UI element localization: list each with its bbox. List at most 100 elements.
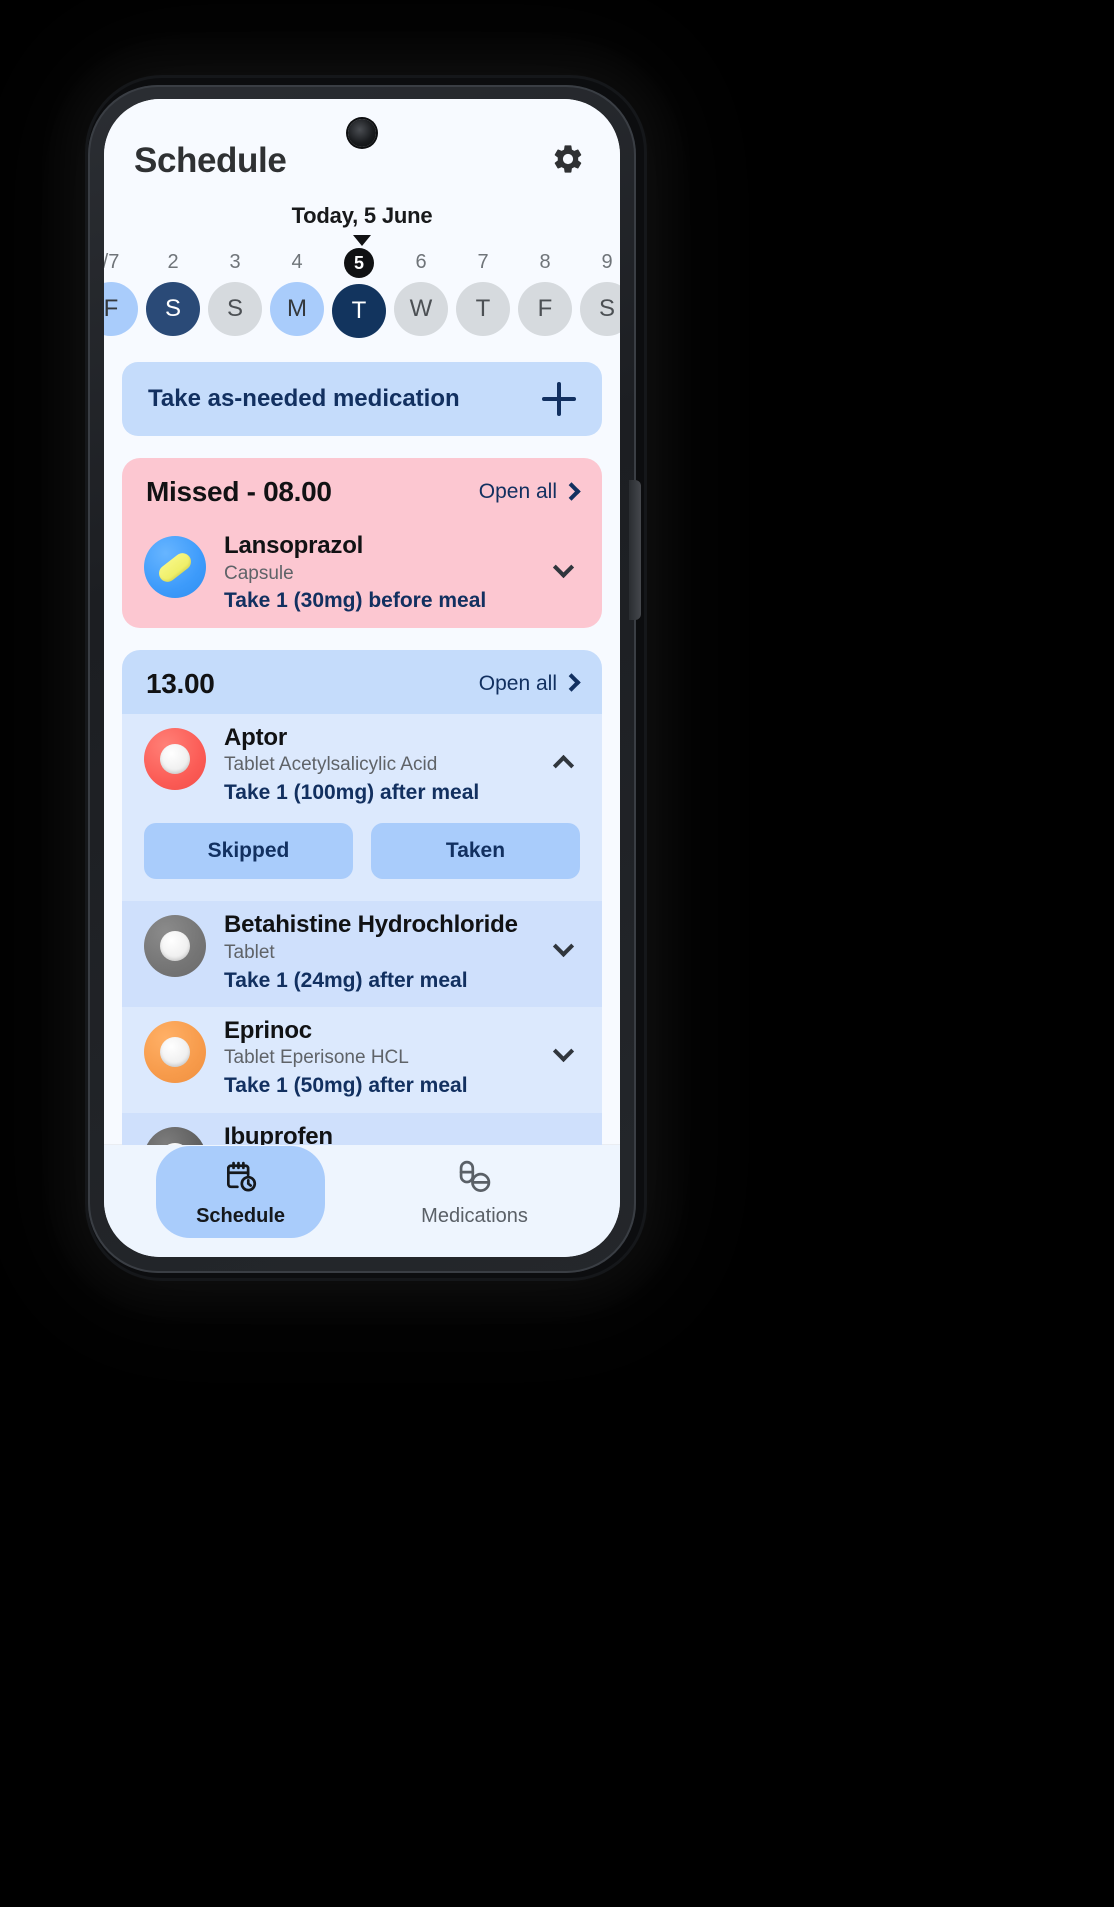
nav-label-medications: Medications	[421, 1205, 528, 1227]
bottom-navigation[interactable]: Schedule Medications	[104, 1145, 620, 1257]
tablet-icon	[144, 1020, 206, 1083]
calendar-clock-icon	[222, 1158, 260, 1201]
medication-row[interactable]: Aptor Tablet Acetylsalicylic Acid Take 1 (…	[122, 713, 602, 820]
medication-name: Aptor	[224, 723, 287, 751]
nav-item-schedule[interactable]: Schedule	[156, 1146, 325, 1238]
medication-form: Tablet Eperisone HCL	[224, 1047, 409, 1069]
day-selector[interactable]: /7 F 2 S 3 S 4 M 5 T 6 W 7 T 8 F 9 S	[104, 248, 620, 354]
tablet-icon	[144, 727, 206, 790]
medication-form: Tablet Acetylsalicylic Acid	[224, 754, 438, 776]
page-title: Schedule	[134, 141, 287, 180]
chevron-right-icon	[562, 481, 581, 501]
day-number: 7	[477, 251, 489, 273]
day-letter-circle[interactable]: F	[518, 282, 572, 336]
medication-row[interactable]: Ibuprofen	[122, 1112, 602, 1146]
capsule-icon	[144, 536, 206, 598]
chevron-down-icon[interactable]	[546, 554, 580, 588]
day-letter-circle[interactable]: S	[208, 282, 262, 336]
day-cell[interactable]: 4M	[266, 248, 328, 336]
day-letter-circle[interactable]: T	[332, 284, 386, 338]
as-needed-label: Take as-needed medication	[148, 385, 460, 412]
medication-name: Lansoprazol	[224, 532, 364, 559]
day-number: 2	[167, 251, 179, 273]
day-number: /7	[104, 251, 120, 273]
day-letter-circle[interactable]: T	[456, 282, 510, 336]
open-all-button[interactable]: Open all	[478, 671, 581, 696]
medication-form: Capsule	[224, 562, 294, 584]
day-cell[interactable]: 8F	[514, 248, 576, 336]
front-camera-icon	[348, 119, 376, 147]
open-all-label: Open all	[478, 480, 557, 503]
chevron-down-icon[interactable]	[546, 1039, 580, 1073]
medication-details: Betahistine Hydrochloride Tablet Take 1 (2…	[224, 911, 528, 993]
day-letter-circle[interactable]: S	[146, 282, 200, 336]
day-number: 3	[229, 251, 241, 273]
day-letter-circle[interactable]: M	[270, 282, 324, 336]
medication-group: Missed - 08.00 Open all Lansoprazol Capsule…	[122, 458, 602, 628]
day-letter-circle[interactable]: W	[394, 282, 448, 336]
medication-dose: Take 1 (50mg) after meal	[224, 1074, 468, 1098]
gear-icon	[551, 142, 585, 181]
medication-actions: Skipped Taken	[122, 819, 602, 902]
medication-details: Aptor Tablet Acetylsalicylic Acid Take 1 (…	[224, 724, 528, 806]
date-strip[interactable]: Today, 5 June /7 F 2 S 3 S 4 M 5 T 6 W 7 T 8 F 9 S	[104, 189, 620, 354]
screenshot-stage: Schedule Today, 5 June /7 F 2 S 3 S 4 M 5 T 6 W 7 T 8 F…	[0, 0, 1114, 1907]
medication-dose: Take 1 (100mg) after meal	[224, 781, 480, 805]
settings-button[interactable]	[546, 139, 590, 183]
day-number: 4	[291, 251, 303, 273]
medication-dose: Take 1 (30mg) before meal	[224, 589, 487, 613]
group-time: Missed - 08.00	[146, 476, 332, 507]
pill-glyph	[160, 743, 190, 774]
medication-name: Betahistine Hydrochloride	[224, 911, 518, 939]
day-number: 8	[539, 251, 551, 273]
taken-button[interactable]: Taken	[371, 823, 580, 880]
pill-glyph	[160, 1142, 190, 1145]
pill-glyph	[160, 931, 190, 962]
tablet-icon	[144, 1126, 206, 1145]
medication-form: Tablet	[224, 941, 275, 963]
medication-details: Lansoprazol Capsule Take 1 (30mg) before m…	[224, 532, 528, 614]
day-cell[interactable]: 2S	[142, 248, 204, 336]
medication-details: Ibuprofen	[224, 1123, 580, 1146]
as-needed-medication-card[interactable]: Take as-needed medication	[122, 362, 602, 436]
skipped-button[interactable]: Skipped	[144, 823, 353, 880]
day-number: 5	[344, 248, 374, 278]
day-number: 6	[415, 251, 427, 273]
day-cell[interactable]: 7T	[452, 248, 514, 336]
group-time: 13.00	[146, 667, 215, 699]
today-caret-icon	[353, 235, 371, 246]
group-header: 13.00 Open all	[122, 650, 602, 714]
day-cell[interactable]: /7 F	[104, 248, 142, 336]
medication-group: 13.00 Open all Aptor Tablet Acetylsalicylic…	[122, 649, 602, 1146]
chevron-right-icon	[562, 673, 581, 692]
nav-item-medications[interactable]: Medications	[381, 1146, 568, 1238]
medication-dose: Take 1 (24mg) after meal	[224, 968, 468, 992]
day-cell[interactable]: 6W	[390, 248, 452, 336]
chevron-up-icon[interactable]	[546, 746, 580, 780]
group-header: Missed - 08.00 Open all	[122, 458, 602, 522]
pill-glyph	[160, 1036, 190, 1067]
day-cell[interactable]: 5T	[328, 248, 390, 338]
medication-groups: Missed - 08.00 Open all Lansoprazol Capsule…	[122, 458, 602, 1145]
medication-row[interactable]: Lansoprazol Capsule Take 1 (30mg) before m…	[122, 522, 602, 628]
schedule-list: Take as-needed medication Missed - 08.00…	[104, 354, 620, 1145]
day-letter-circle[interactable]: F	[104, 282, 138, 336]
day-letter-circle[interactable]: S	[580, 282, 620, 336]
day-cell[interactable]: 9S	[576, 248, 620, 336]
day-cell[interactable]: 3S	[204, 248, 266, 336]
medication-details: Eprinoc Tablet Eperisone HCL Take 1 (50mg)…	[224, 1017, 528, 1099]
nav-label-schedule: Schedule	[196, 1205, 285, 1227]
today-label: Today, 5 June	[291, 203, 433, 228]
medication-name: Eprinoc	[224, 1016, 312, 1044]
tablet-icon	[144, 915, 206, 978]
pills-icon	[456, 1158, 494, 1201]
chevron-down-icon[interactable]	[546, 933, 580, 967]
day-number: 9	[601, 251, 613, 273]
open-all-label: Open all	[478, 671, 557, 695]
phone-side-button[interactable]	[629, 480, 641, 620]
plus-icon[interactable]	[542, 382, 576, 416]
medication-row[interactable]: Betahistine Hydrochloride Tablet Take 1 (2…	[122, 901, 602, 1007]
medication-row[interactable]: Eprinoc Tablet Eperisone HCL Take 1 (50mg)…	[122, 1006, 602, 1113]
open-all-button[interactable]: Open all	[478, 480, 581, 504]
medication-name: Ibuprofen	[224, 1122, 333, 1146]
